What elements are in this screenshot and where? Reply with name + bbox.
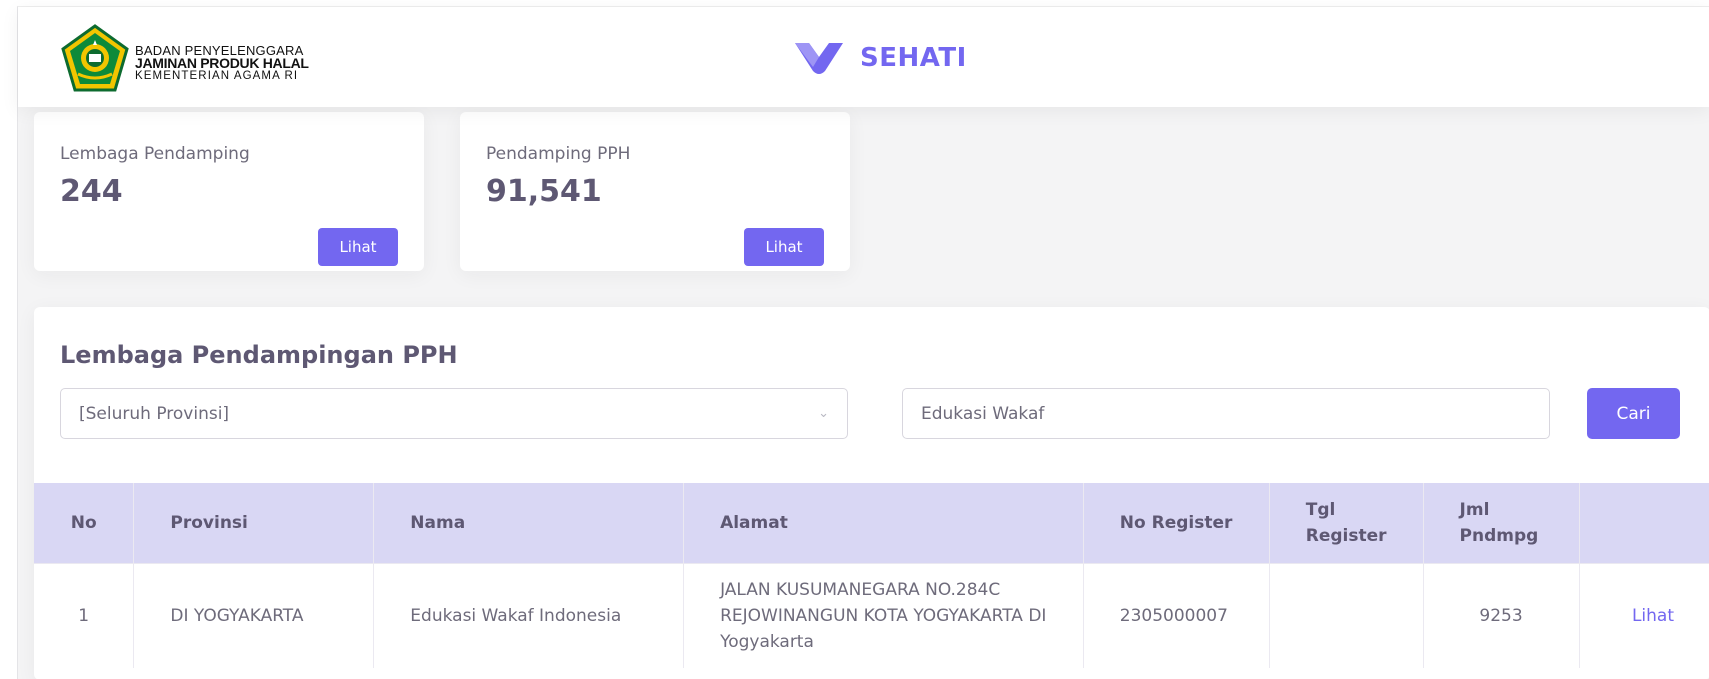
stat-value: 91,541 <box>486 174 602 209</box>
column-header: Jml Pndmpg <box>1422 483 1580 563</box>
table-row: 1 DI YOGYAKARTA Edukasi Wakaf Indonesia … <box>34 562 1709 668</box>
column-header: Provinsi <box>133 483 374 563</box>
stat-label: Lembaga Pendamping <box>60 144 250 164</box>
cell-nama: Edukasi Wakaf Indonesia <box>373 562 684 668</box>
column-header: No Register <box>1082 483 1270 563</box>
column-header: Nama <box>373 483 684 563</box>
search-input[interactable] <box>902 388 1550 439</box>
stat-value: 244 <box>60 174 123 209</box>
lihat-pendamping-button[interactable]: Lihat <box>744 228 824 266</box>
province-select-value: [Seluruh Provinsi] <box>79 403 230 424</box>
cell-provinsi: DI YOGYAKARTA <box>133 562 374 668</box>
logo-line: KEMENTERIAN AGAMA RI <box>135 70 299 82</box>
brand-name: SEHATI <box>860 43 967 73</box>
card-title: Lembaga Pendampingan PPH <box>60 341 458 369</box>
cell-no-register: 2305000007 <box>1082 562 1270 668</box>
kemenag-emblem-icon <box>61 24 129 92</box>
column-header: Tgl Register <box>1268 483 1424 563</box>
cell-action: Lihat <box>1578 562 1709 668</box>
cell-jml-pndmpg: 9253 <box>1422 562 1580 668</box>
cell-no: 1 <box>34 562 134 668</box>
chevron-down-icon: ⌄ <box>818 406 829 421</box>
stat-card-pendamping: Pendamping PPH 91,541 Lihat <box>460 112 850 271</box>
brand[interactable]: SEHATI <box>795 41 967 75</box>
column-header: Alamat <box>683 483 1084 563</box>
cari-button[interactable]: Cari <box>1587 388 1680 439</box>
column-header: No <box>70 512 97 533</box>
lihat-row-link[interactable]: Lihat <box>1632 606 1674 626</box>
table-header-row: No Provinsi Nama Alamat No Register Tgl … <box>34 483 1709 563</box>
bpjph-logo-text: BADAN PENYELENGGARA JAMINAN PRODUK HALAL… <box>135 44 309 83</box>
lihat-lembaga-button[interactable]: Lihat <box>318 228 398 266</box>
top-navbar: BADAN PENYELENGGARA JAMINAN PRODUK HALAL… <box>18 7 1709 107</box>
cell-tgl-register <box>1268 562 1424 668</box>
lembaga-pendampingan-card: Lembaga Pendampingan PPH [Seluruh Provin… <box>34 307 1709 679</box>
lembaga-table: No Provinsi Nama Alamat No Register Tgl … <box>34 483 1709 668</box>
column-header <box>1578 483 1709 563</box>
province-select[interactable]: [Seluruh Provinsi] ⌄ <box>60 388 848 439</box>
sehati-logo-icon <box>795 43 843 74</box>
cell-alamat: JALAN KUSUMANEGARA NO.284C REJOWINANGUN … <box>683 562 1084 668</box>
stat-label: Pendamping PPH <box>486 144 631 164</box>
logo-line: JAMINAN PRODUK HALAL <box>135 55 309 71</box>
stat-card-lembaga: Lembaga Pendamping 244 Lihat <box>34 112 424 271</box>
page-frame: BADAN PENYELENGGARA JAMINAN PRODUK HALAL… <box>17 6 1709 679</box>
